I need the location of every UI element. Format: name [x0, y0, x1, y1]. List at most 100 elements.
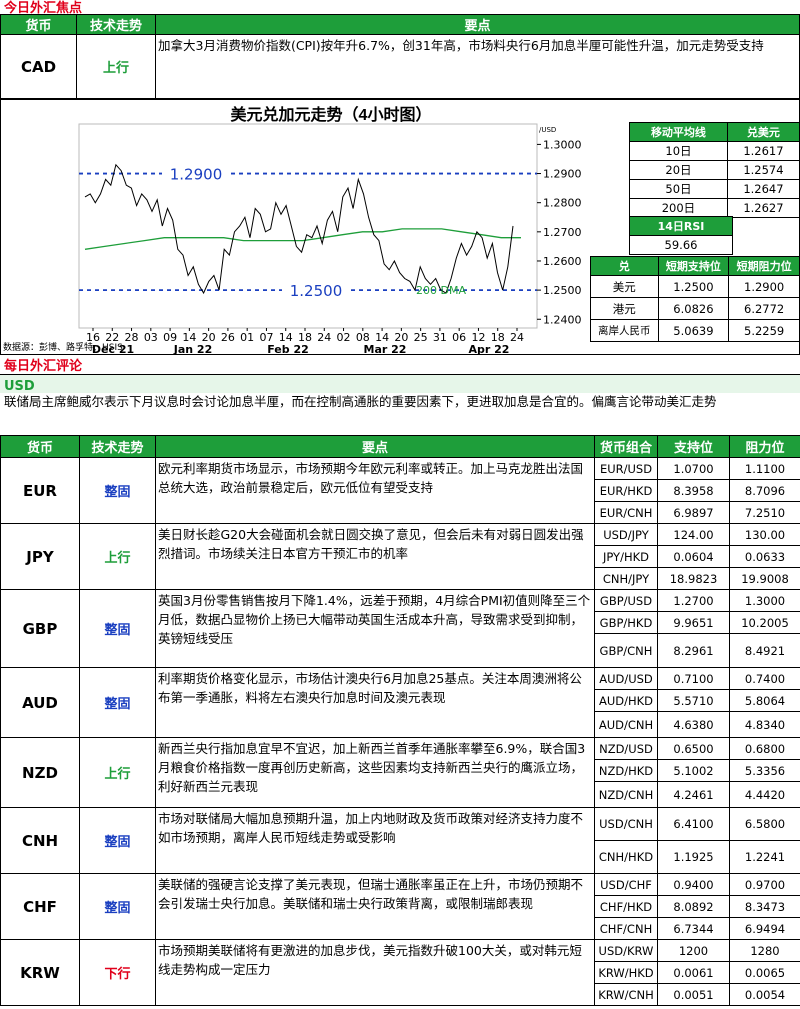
ma-row-label: 20日 [629, 160, 728, 180]
support-cell: 0.0061 [657, 961, 730, 984]
y-tick-label: 1.2900 [543, 168, 582, 181]
point-cell: 市场对联储局大幅加息预期升温，加上内地财政及货币政策对经济支持力度不如市场预期，… [155, 807, 595, 874]
support-cell: 8.2961 [657, 633, 730, 668]
resist-cell: 6.5800 [729, 807, 800, 841]
pair-cell: JPY/HKD [594, 545, 658, 568]
support-cell: 0.9400 [657, 873, 730, 896]
pair-cell: NZD/HKD [594, 759, 658, 782]
resist-cell: 1280 [729, 939, 800, 962]
ma-row-value: 1.2627 [726, 198, 800, 218]
support-cell: 1200 [657, 939, 730, 962]
resist-cell: 0.0633 [729, 545, 800, 568]
pair-cell: EUR/CNH [594, 501, 658, 524]
resist-cell: 5.8064 [729, 689, 800, 712]
sr-row-ccy: 美元 [590, 275, 659, 298]
ma-header-value: 兑美元 [726, 122, 800, 142]
ma-row-label: 50日 [629, 179, 728, 199]
ma-row-value: 1.2617 [726, 141, 800, 161]
pair-cell: GBP/CNH [594, 633, 658, 668]
level-label: 1.2500 [290, 282, 343, 300]
resist-cell: 8.3473 [729, 895, 800, 918]
resist-cell: 4.4420 [729, 781, 800, 808]
support-cell: 4.2461 [657, 781, 730, 808]
pair-cell: KRW/CNH [594, 983, 658, 1006]
sr-header-resist: 短期阻力位 [728, 256, 800, 276]
pair-cell: USD/JPY [594, 523, 658, 546]
commentary-title: 每日外汇评论 [4, 359, 83, 374]
ccy-cell: KRW [0, 939, 80, 1006]
header-point: 要点 [155, 435, 595, 458]
support-cell: 1.0700 [657, 457, 730, 480]
header-resist: 阻力位 [729, 435, 800, 458]
sr-row-resist: 5.2259 [728, 319, 800, 342]
month-label: Mar 22 [364, 343, 407, 354]
trend-cell: 上行 [79, 523, 156, 590]
pair-cell: USD/CNH [594, 807, 658, 841]
pair-cell: USD/CHF [594, 873, 658, 896]
y-tick-label: 1.3000 [543, 138, 582, 151]
focus-header-trend: 技术走势 [76, 14, 156, 35]
trend-cell: 整固 [79, 667, 156, 738]
ccy-cell: JPY [0, 523, 80, 590]
pair-cell: EUR/USD [594, 457, 658, 480]
pair-cell: AUD/CNH [594, 711, 658, 738]
support-cell: 6.9897 [657, 501, 730, 524]
x-tick-label: 01 [240, 331, 254, 344]
sr-row-support: 1.2500 [657, 275, 730, 298]
resist-cell: 6.9494 [729, 917, 800, 940]
resist-cell: 0.6800 [729, 737, 800, 760]
sr-row-resist: 6.2772 [728, 297, 800, 320]
point-cell: 英国3月份零售销售按月下降1.4%，远差于预期，4月综合PMI初值则降至三个月低… [155, 589, 595, 668]
support-cell: 1.1925 [657, 840, 730, 874]
point-cell: 市场预期美联储将有更激进的加息步伐，美元指数升破100大关，或对韩元短线走势构成… [155, 939, 595, 1006]
support-cell: 0.6500 [657, 737, 730, 760]
ma-table: 移动平均线 兑美元 10日 1.2617 20日 1.2574 50日 1.2647 2… [629, 122, 800, 218]
resist-cell: 19.9008 [729, 567, 800, 590]
pair-cell: AUD/USD [594, 667, 658, 690]
support-cell: 18.9823 [657, 567, 730, 590]
support-cell: 1.2700 [657, 589, 730, 612]
ma-row-value: 1.2647 [726, 179, 800, 199]
month-label: Apr 22 [469, 343, 510, 354]
support-cell: 5.5710 [657, 689, 730, 712]
sr-header-support: 短期支持位 [657, 256, 730, 276]
x-tick-label: 25 [414, 331, 428, 344]
pair-cell: CNH/JPY [594, 567, 658, 590]
sr-row-support: 5.0639 [657, 319, 730, 342]
rsi-label: 14日RSI [629, 216, 733, 236]
support-cell: 0.0604 [657, 545, 730, 568]
pair-cell: KRW/HKD [594, 961, 658, 984]
pair-cell: NZD/CNH [594, 781, 658, 808]
support-cell: 6.7344 [657, 917, 730, 940]
support-cell: 4.6380 [657, 711, 730, 738]
usd-bar: USD [0, 374, 800, 394]
x-tick-label: 24 [317, 331, 331, 344]
point-cell: 利率期货价格变化显示，市场估计澳央行6月加息25基点。关注本周澳洲将公布第一季通… [155, 667, 595, 738]
support-cell: 0.0051 [657, 983, 730, 1006]
focus-header-point: 要点 [155, 14, 800, 35]
header-pair: 货币组合 [594, 435, 658, 458]
point-cell: 新西兰央行指加息宜早不宜迟，加上新西兰首季年通胀率攀至6.9%，联合国3月粮食价… [155, 737, 595, 808]
point-cell: 美日财长趁G20大会碰面机会就日圆交换了意见，但会后未有对弱日圆发出强烈措词。市… [155, 523, 595, 590]
resist-cell: 0.0054 [729, 983, 800, 1006]
resist-cell: 1.2241 [729, 840, 800, 874]
resist-cell: 130.00 [729, 523, 800, 546]
x-tick-label: 31 [433, 331, 447, 344]
sr-row-resist: 1.2900 [728, 275, 800, 298]
x-tick-label: 02 [337, 331, 351, 344]
point-cell: 欧元利率期货市场显示，市场预期今年欧元利率或转正。加上马克龙胜出法国总统大选，政… [155, 457, 595, 524]
sr-row-support: 6.0826 [657, 297, 730, 320]
x-tick-label: 03 [144, 331, 158, 344]
resist-cell: 1.3000 [729, 589, 800, 612]
resist-cell: 1.1100 [729, 457, 800, 480]
trend-cell: 下行 [79, 939, 156, 1006]
chart-title: 美元兑加元走势（4小时图） [231, 105, 432, 124]
ccy-cell: CHF [0, 873, 80, 940]
ccy-cell: CNH [0, 807, 80, 874]
ma-label: 200 DMA [416, 284, 466, 297]
pair-cell: CHF/HKD [594, 895, 658, 918]
header-ccy: 货币 [0, 435, 80, 458]
pair-cell: EUR/HKD [594, 479, 658, 502]
support-cell: 124.00 [657, 523, 730, 546]
trend-cell: 整固 [79, 589, 156, 668]
